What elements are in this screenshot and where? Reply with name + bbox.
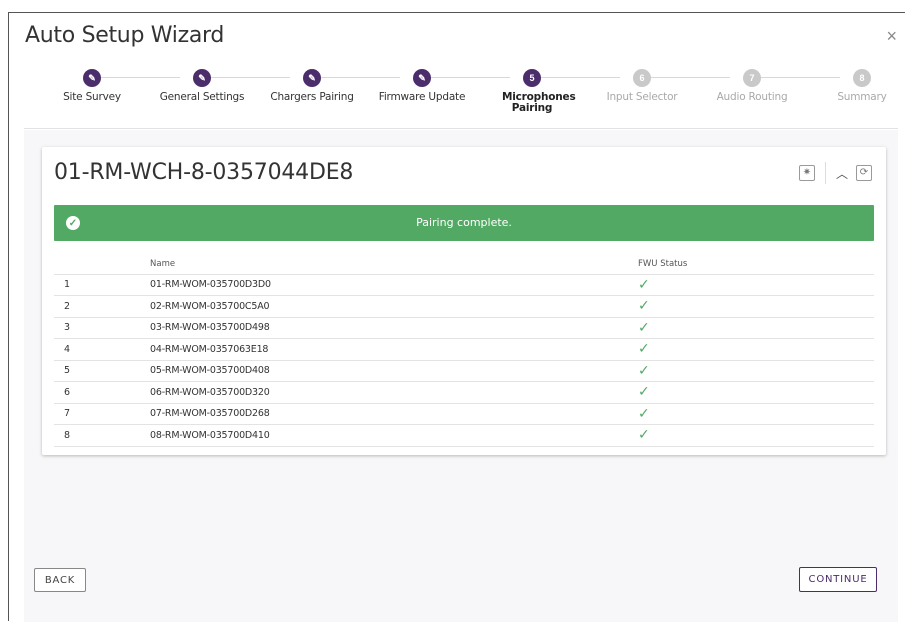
step-label: Site Survey: [63, 91, 121, 103]
step-number: 8: [853, 69, 871, 87]
step-number: 6: [633, 69, 651, 87]
identify-icon[interactable]: ✷: [798, 165, 815, 181]
row-index: 1: [54, 274, 150, 296]
check-icon: ✓: [638, 338, 874, 361]
row-index: 8: [54, 424, 150, 447]
check-icon: ✓: [638, 317, 874, 339]
check-icon: ✓: [638, 403, 874, 425]
card-toolbar: ✷ ︿ ⟳: [798, 162, 872, 184]
table-row: 1 01-RM-WOM-035700D3D0 ✓: [54, 274, 874, 296]
row-name: 06-RM-WOM-035700D320: [150, 381, 638, 404]
step-label: Firmware Update: [378, 91, 466, 103]
check-icon: ✓: [638, 381, 874, 404]
table-row: 8 08-RM-WOM-035700D410 ✓: [54, 424, 874, 447]
table-row: 2 02-RM-WOM-035700C5A0 ✓: [54, 295, 874, 318]
banner-message: Pairing complete.: [416, 216, 512, 229]
refresh-icon[interactable]: ⟳: [856, 165, 872, 181]
wizard-stepper: ✎ Site Survey ✎ General Settings ✎ Charg…: [24, 55, 898, 129]
step-number: 7: [743, 69, 761, 87]
step-label: General Settings: [159, 91, 245, 103]
step-firmware-update[interactable]: ✎ Firmware Update: [367, 69, 477, 103]
row-index: 5: [54, 360, 150, 382]
pencil-icon: ✎: [303, 69, 321, 87]
pencil-icon: ✎: [83, 69, 101, 87]
step-chargers-pairing[interactable]: ✎ Chargers Pairing: [257, 69, 367, 103]
step-label: Chargers Pairing: [270, 91, 354, 103]
row-name: 03-RM-WOM-035700D498: [150, 317, 638, 339]
device-card: 01-RM-WCH-8-0357044DE8 ✷ ︿ ⟳ ✓ Pairing c…: [42, 147, 886, 455]
table-row: 4 04-RM-WOM-0357063E18 ✓: [54, 338, 874, 361]
row-name: 07-RM-WOM-035700D268: [150, 403, 638, 425]
row-name: 04-RM-WOM-0357063E18: [150, 338, 638, 361]
row-index: 7: [54, 403, 150, 425]
row-index: 4: [54, 338, 150, 361]
column-fwu-status: FWU Status: [638, 255, 874, 275]
step-label: Microphones Pairing: [502, 91, 576, 114]
row-name: 02-RM-WOM-035700C5A0: [150, 295, 638, 318]
pencil-icon: ✎: [193, 69, 211, 87]
step-input-selector: 6 Input Selector: [587, 69, 697, 103]
divider: [824, 162, 826, 184]
step-summary: 8 Summary: [807, 69, 905, 103]
check-icon: ✓: [638, 424, 874, 447]
device-name: 01-RM-WCH-8-0357044DE8: [54, 160, 354, 185]
row-name: 05-RM-WOM-035700D408: [150, 360, 638, 382]
step-number: 5: [523, 69, 541, 87]
column-name: Name: [150, 255, 638, 275]
step-label: Summary: [837, 91, 887, 103]
check-icon: ✓: [638, 274, 874, 296]
close-icon[interactable]: ×: [886, 27, 897, 45]
table-row: 5 05-RM-WOM-035700D408 ✓: [54, 360, 874, 382]
step-label: Input Selector: [606, 91, 678, 103]
row-index: 6: [54, 381, 150, 404]
column-index: [54, 255, 150, 275]
step-microphones-pairing[interactable]: 5 Microphones Pairing: [477, 69, 587, 114]
back-button[interactable]: BACK: [34, 568, 86, 592]
check-icon: ✓: [638, 295, 874, 318]
row-index: 2: [54, 295, 150, 318]
chevron-up-icon[interactable]: ︿: [836, 165, 848, 182]
table-row: 7 07-RM-WOM-035700D268 ✓: [54, 403, 874, 425]
row-index: 3: [54, 317, 150, 339]
wizard-title: Auto Setup Wizard: [25, 23, 225, 48]
table-header: Name FWU Status: [54, 255, 874, 275]
step-label: Audio Routing: [716, 91, 788, 103]
table-row: 6 06-RM-WOM-035700D320 ✓: [54, 381, 874, 404]
microphones-table: Name FWU Status 1 01-RM-WOM-035700D3D0 ✓ 2…: [54, 255, 874, 447]
row-name: 08-RM-WOM-035700D410: [150, 424, 638, 447]
success-banner: ✓ Pairing complete.: [54, 205, 874, 241]
step-audio-routing: 7 Audio Routing: [697, 69, 807, 103]
wizard-dialog: Auto Setup Wizard × ✎ Site Survey ✎ Gene…: [8, 12, 905, 622]
step-general-settings[interactable]: ✎ General Settings: [147, 69, 257, 103]
table-row: 3 03-RM-WOM-035700D498 ✓: [54, 317, 874, 339]
pencil-icon: ✎: [413, 69, 431, 87]
check-icon: ✓: [638, 360, 874, 382]
step-site-survey[interactable]: ✎ Site Survey: [37, 69, 147, 103]
continue-button[interactable]: CONTINUE: [799, 567, 877, 592]
row-name: 01-RM-WOM-035700D3D0: [150, 274, 638, 296]
